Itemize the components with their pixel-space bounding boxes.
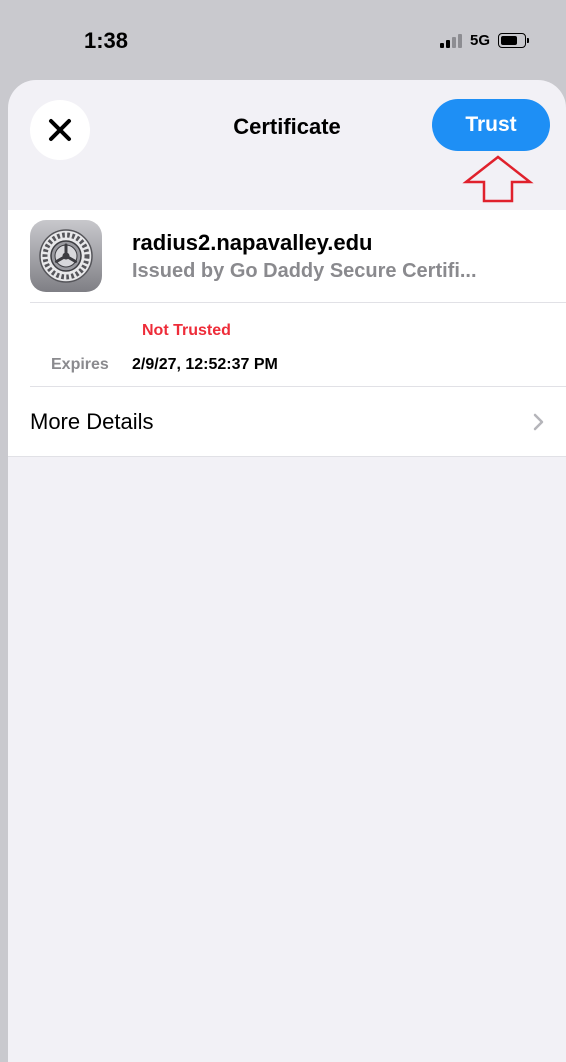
cellular-signal-icon — [439, 33, 462, 48]
up-arrow-annotation-icon — [462, 155, 534, 203]
nav-bar: Certificate Trust — [8, 80, 566, 210]
trust-status-label: Not Trusted — [142, 322, 231, 339]
certificate-issuer: Issued by Go Daddy Secure Certifi... — [132, 260, 477, 282]
expires-value: 2/9/27, 12:52:37 PM — [132, 356, 278, 373]
chevron-right-icon — [533, 413, 544, 431]
status-time: 1:38 — [84, 28, 129, 53]
trust-button[interactable]: Trust — [432, 99, 550, 151]
status-bar: 1:38 5G — [0, 0, 566, 80]
settings-gear-icon — [30, 220, 102, 292]
certificate-sheet: Certificate Trust radius2.napavalley.edu… — [8, 80, 566, 1062]
more-details-row[interactable]: More Details — [8, 387, 566, 456]
battery-icon — [498, 33, 529, 48]
expires-label: Expires — [51, 356, 109, 373]
certificate-card: radius2.napavalley.edu Issued by Go Dadd… — [8, 210, 566, 456]
status-icons: 5G — [439, 32, 529, 49]
divider — [30, 302, 566, 303]
certificate-name: radius2.napavalley.edu — [132, 230, 373, 255]
divider — [8, 456, 566, 457]
more-details-label: More Details — [30, 409, 154, 434]
network-type: 5G — [469, 32, 490, 49]
